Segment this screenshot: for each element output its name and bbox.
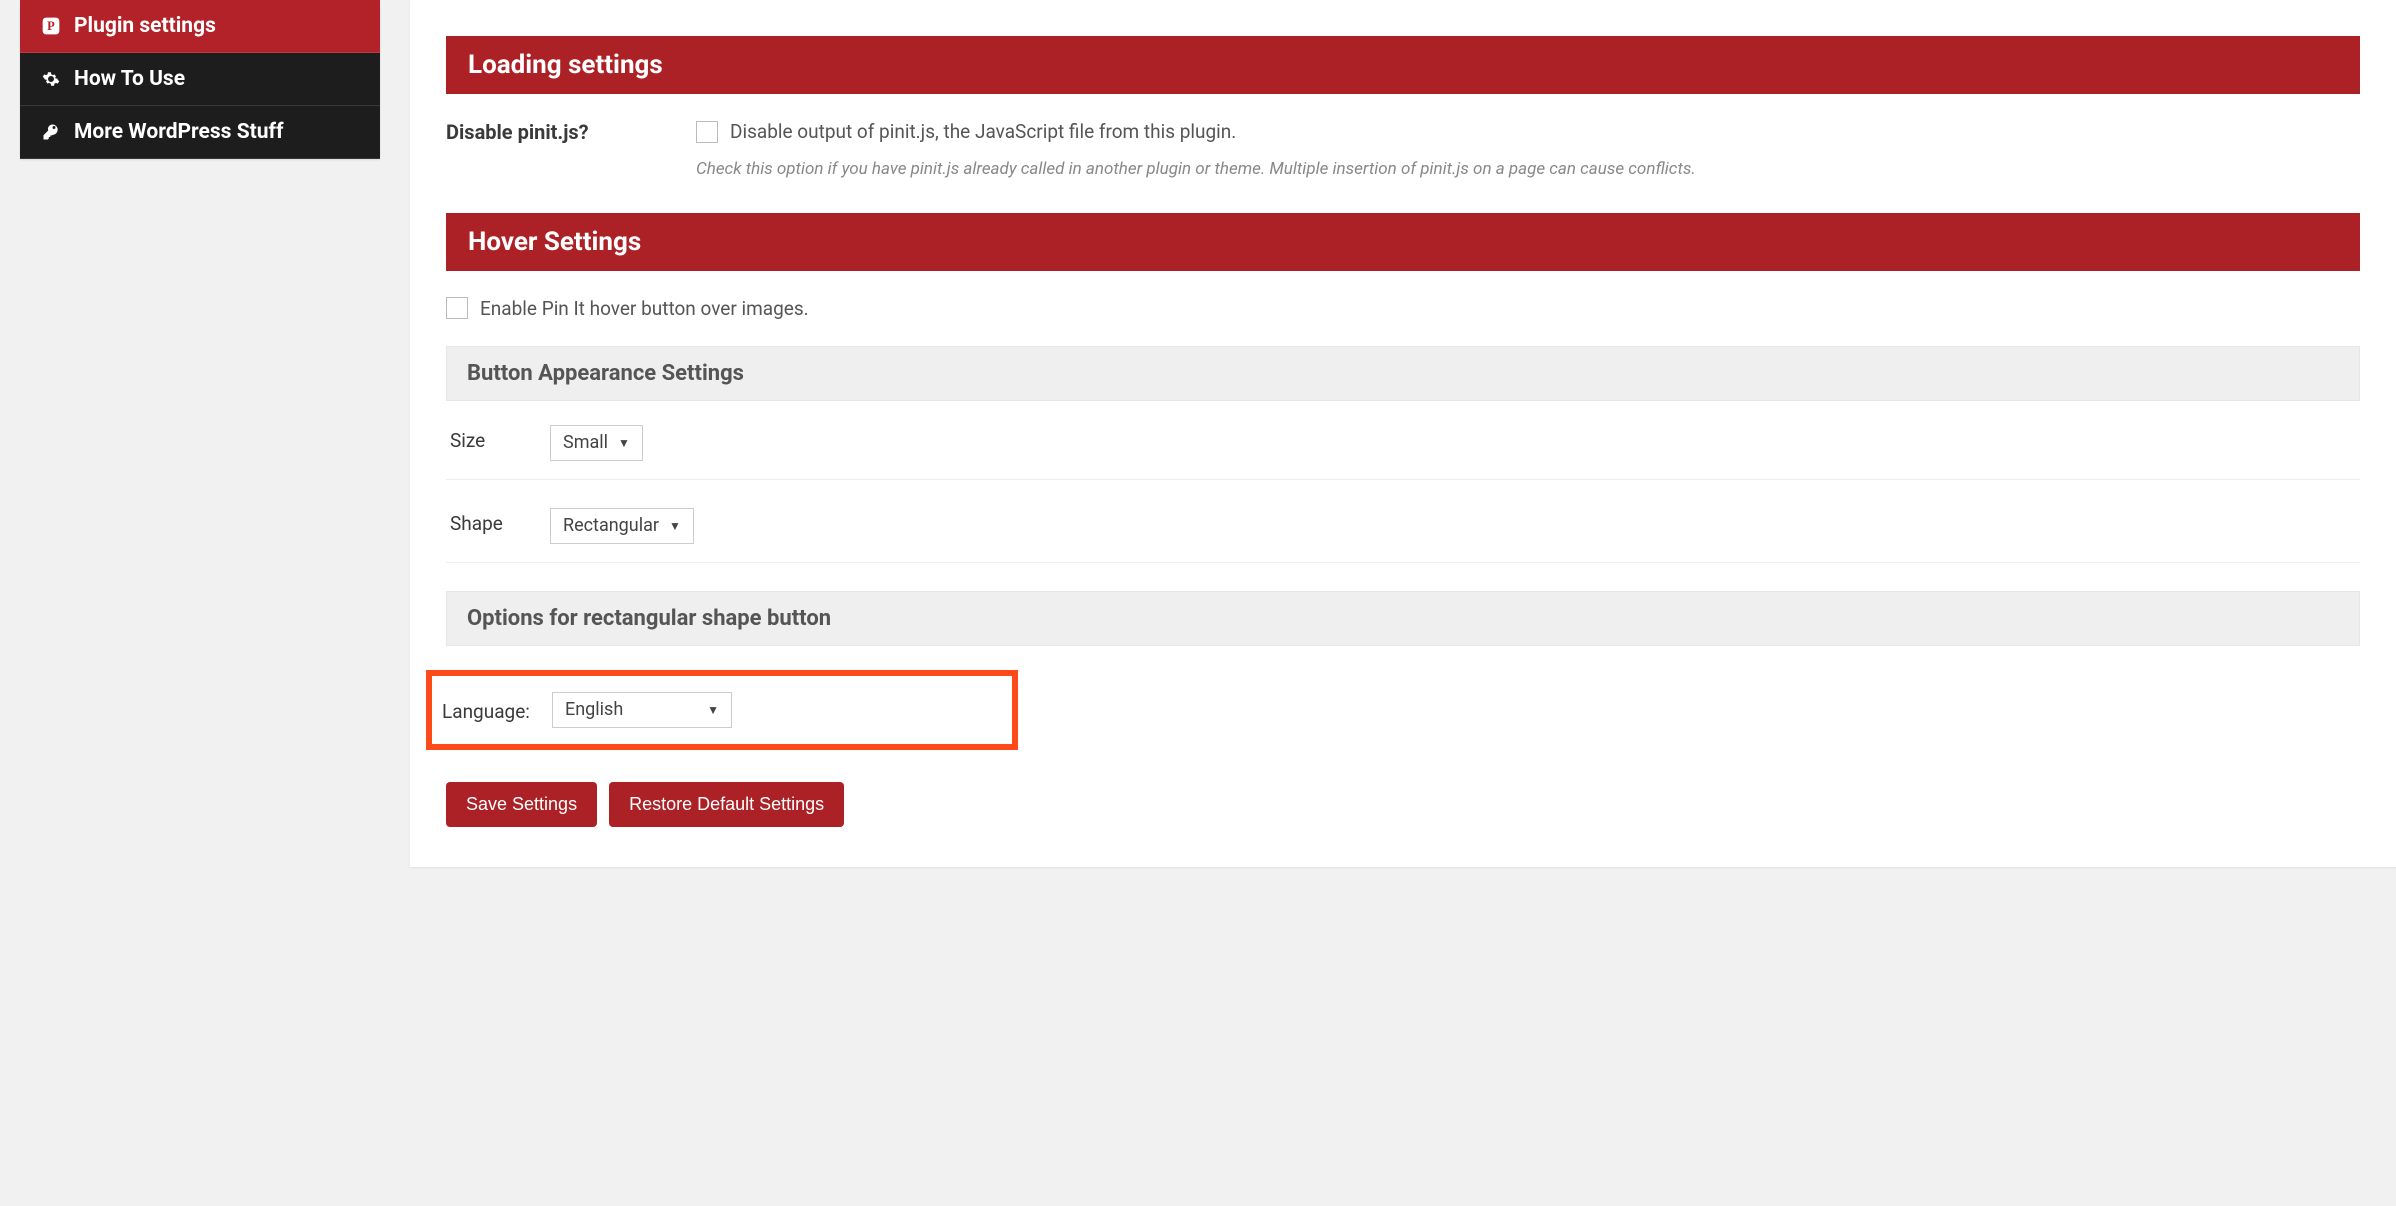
chevron-down-icon: ▼ [618, 436, 630, 450]
pinterest-icon: P [40, 15, 62, 37]
shape-select-value: Rectangular [563, 515, 659, 536]
language-highlight-box: Language: English ▼ [426, 670, 1018, 750]
section-loading-title: Loading settings [446, 36, 2360, 94]
chevron-down-icon: ▼ [669, 519, 681, 533]
divider [446, 562, 2360, 563]
disable-pinit-label: Disable pinit.js? [446, 120, 696, 144]
sidebar-item-label: How To Use [74, 67, 185, 91]
enable-hover-checkbox-label: Enable Pin It hover button over images. [480, 297, 809, 320]
language-label: Language: [442, 696, 552, 723]
size-select[interactable]: Small ▼ [550, 425, 643, 461]
save-settings-button[interactable]: Save Settings [446, 782, 597, 827]
sidebar-item-label: Plugin settings [74, 14, 216, 38]
sidebar-item-label: More WordPress Stuff [74, 120, 284, 144]
svg-text:P: P [47, 19, 55, 33]
section-hover-title: Hover Settings [446, 213, 2360, 271]
sidebar-item-how-to-use[interactable]: How To Use [20, 53, 380, 106]
language-select[interactable]: English ▼ [552, 692, 732, 728]
sidebar: P Plugin settings How To Use More WordPr… [20, 0, 380, 159]
size-select-value: Small [563, 432, 608, 453]
language-select-value: English [565, 699, 623, 720]
sidebar-item-plugin-settings[interactable]: P Plugin settings [20, 0, 380, 53]
disable-pinit-checkbox-label: Disable output of pinit.js, the JavaScri… [730, 120, 1236, 143]
shape-select[interactable]: Rectangular ▼ [550, 508, 694, 544]
disable-pinit-checkbox[interactable] [696, 121, 718, 143]
gear-icon [40, 68, 62, 90]
disable-pinit-help: Check this option if you have pinit.js a… [696, 157, 2360, 183]
sidebar-item-more-wordpress[interactable]: More WordPress Stuff [20, 106, 380, 159]
chevron-down-icon: ▼ [707, 703, 719, 717]
appearance-subheading: Button Appearance Settings [446, 346, 2360, 401]
shape-label: Shape [450, 508, 550, 535]
key-icon [40, 121, 62, 143]
rect-options-subheading: Options for rectangular shape button [446, 591, 2360, 646]
restore-defaults-button[interactable]: Restore Default Settings [609, 782, 844, 827]
main-panel: Loading settings Disable pinit.js? Disab… [410, 0, 2396, 867]
divider [446, 479, 2360, 480]
size-label: Size [450, 425, 550, 452]
enable-hover-checkbox[interactable] [446, 297, 468, 319]
